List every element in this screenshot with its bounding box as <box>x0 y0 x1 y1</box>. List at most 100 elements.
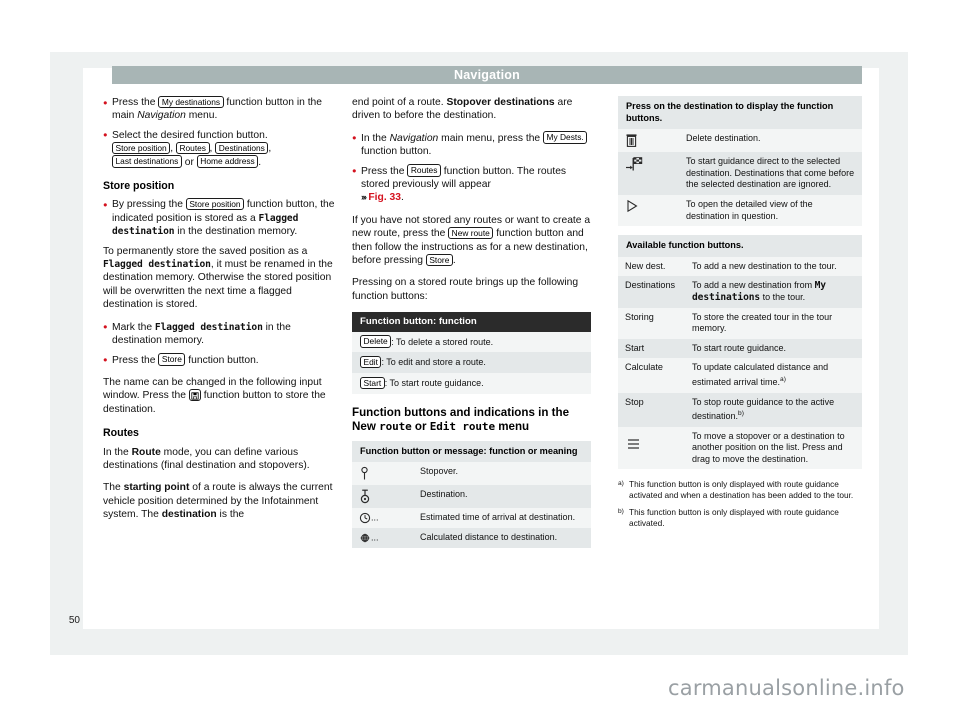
globe-crosshair-icon: ... <box>352 528 413 549</box>
key-new-route[interactable]: New route <box>448 226 494 240</box>
table-cell: To start guidance direct to the selected… <box>679 152 862 195</box>
table-cell: To start route guidance. <box>685 338 862 359</box>
table-row: ... Calculated distance to destination. <box>352 528 591 549</box>
text: In the <box>361 132 390 144</box>
key-store[interactable]: Store <box>158 353 186 366</box>
footnote-marker-b: b) <box>738 410 744 418</box>
column-middle: end point of a route. Stopover destinati… <box>352 96 591 558</box>
table-caption: Function button or message: function or … <box>352 440 591 463</box>
table-caption: Press on the destination to display the … <box>618 96 862 130</box>
stopover-pin-icon <box>361 467 368 480</box>
key-start[interactable]: Start <box>360 376 385 390</box>
key-my-dests[interactable]: My Dests. <box>543 131 588 144</box>
table-caption-row: Function button or message: function or … <box>352 440 591 463</box>
table-caption: Function button: function <box>352 312 591 332</box>
figure-reference-link[interactable]: Fig. 33 <box>368 192 401 203</box>
text: To stop route guidance to the active des… <box>692 396 835 422</box>
key-last-destinations[interactable]: Last destinations <box>112 155 182 168</box>
text: : To start route guidance. <box>384 378 484 389</box>
key-home-address[interactable]: Home address <box>196 155 259 168</box>
text: : To edit and store a route. <box>381 357 486 368</box>
bullet-mark-flagged-destination: Mark the Flagged destination in the dest… <box>103 320 336 348</box>
trash-icon[interactable] <box>618 129 679 153</box>
key-edit[interactable]: Edit <box>360 355 382 369</box>
table-caption-row: Available function buttons. <box>618 235 862 257</box>
text: To update calculated distance and estima… <box>692 362 829 387</box>
page-number: 50 <box>68 615 80 626</box>
text: Select the desired function button. <box>112 129 268 141</box>
table-cell: To open the detailed view of the destina… <box>679 194 862 227</box>
bullet-press-my-destinations: Press the My destinations function butto… <box>103 95 336 123</box>
mono-edit-route: Edit route <box>429 420 495 434</box>
table-cell: Estimated time of arrival at destination… <box>413 508 591 529</box>
bullet-press-store: Press the Store function button. <box>103 353 336 367</box>
footnote-marker-b: b) <box>618 507 624 515</box>
bold-starting-point: starting point <box>123 482 190 494</box>
column-right: Press on the destination to display the … <box>618 96 862 535</box>
table-row: To start guidance direct to the selected… <box>618 152 862 195</box>
table-row: Delete: To delete a stored route. <box>352 331 591 353</box>
list-reorder-icon[interactable] <box>618 426 685 470</box>
key-delete[interactable]: Delete <box>360 335 392 348</box>
bullet-select-function-button: Select the desired function button. Stor… <box>103 128 336 169</box>
key-routes[interactable]: Routes <box>175 141 210 155</box>
table-caption-row: Function button: function <box>352 312 591 332</box>
table-row: Destination. <box>352 485 591 509</box>
paragraph-permanently-store: To permanently store the saved position … <box>103 245 336 312</box>
text: Mark the <box>112 321 155 333</box>
key-routes[interactable]: Routes <box>407 164 441 177</box>
paragraph-starting-point: The starting point of a route is always … <box>103 481 336 521</box>
table-cell: To move a stopover or a destination to a… <box>685 426 862 470</box>
text: function button. <box>361 146 432 158</box>
text: end point of a route. <box>352 97 447 108</box>
row-label-stop[interactable]: Stop <box>618 392 685 427</box>
table-cell: To add a new destination from My destina… <box>685 276 862 308</box>
arrow-to-flag-icon <box>626 157 643 171</box>
table-cell: Delete destination. <box>679 129 862 153</box>
store-disk-icon[interactable] <box>188 388 201 402</box>
arrow-to-flag-icon[interactable] <box>618 152 679 195</box>
text: Press the <box>112 354 159 366</box>
play-triangle-icon[interactable] <box>618 194 679 227</box>
italic-navigation: Navigation <box>137 110 186 122</box>
key-destinations[interactable]: Destinations <box>215 141 269 155</box>
row-label-start[interactable]: Start <box>618 338 685 359</box>
table-function-button-or-message: Function button or message: function or … <box>352 440 591 549</box>
table-row: Stop To stop route guidance to the activ… <box>618 392 862 427</box>
key-store-position[interactable]: Store position <box>112 141 171 155</box>
text: main menu, press the <box>438 132 544 144</box>
text: or <box>411 420 430 434</box>
table-row: New dest. To add a new destination to th… <box>618 256 862 277</box>
table-cell: To store the created tour in the tour me… <box>685 307 862 339</box>
table-press-on-destination: Press on the destination to display the … <box>618 96 862 227</box>
clock-icon: ... <box>352 508 413 529</box>
table-caption-row: Press on the destination to display the … <box>618 96 862 130</box>
heading-routes: Routes <box>103 427 139 440</box>
row-label-calculate[interactable]: Calculate <box>618 358 685 393</box>
table-row: Start To start route guidance. <box>618 338 862 359</box>
table-cell: To stop route guidance to the active des… <box>685 392 862 427</box>
text: To permanently store the saved position … <box>103 245 308 257</box>
key-store[interactable]: Store <box>425 253 453 267</box>
text: . <box>401 192 404 204</box>
globe-crosshair-icon <box>360 534 370 543</box>
table-row: Stopover. <box>352 462 591 486</box>
key-store-position[interactable]: Store position <box>185 197 245 211</box>
row-label-destinations[interactable]: Destinations <box>618 276 685 308</box>
paragraph-not-stored-routes: If you have not stored any routes or wan… <box>352 214 591 268</box>
row-label-new-dest[interactable]: New dest. <box>618 256 685 277</box>
table-cell: Destination. <box>413 485 591 509</box>
bold-route: Route <box>131 446 161 458</box>
text: The <box>103 482 124 494</box>
text: function button. <box>185 354 259 366</box>
row-label-storing[interactable]: Storing <box>618 307 685 339</box>
table-cell: Start: To start route guidance. <box>352 373 591 394</box>
text: Press the <box>112 97 159 108</box>
stopover-pin-icon <box>352 462 413 486</box>
text: . <box>452 255 456 267</box>
text: menu. <box>185 110 218 122</box>
table-available-function-buttons: Available function buttons. New dest. To… <box>618 235 862 470</box>
table-row: Delete destination. <box>618 129 862 153</box>
key-my-destinations[interactable]: My destinations <box>158 95 224 108</box>
text-or: or <box>184 156 194 168</box>
